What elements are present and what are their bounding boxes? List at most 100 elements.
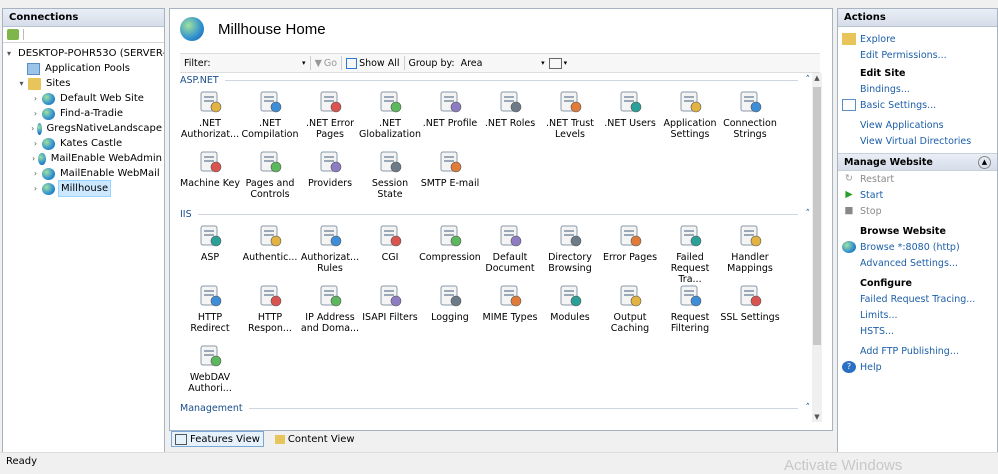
feature-label: Authorizat... Rules	[300, 252, 360, 274]
feature-item[interactable]: .NET Authorizat...	[180, 87, 240, 147]
collapse-icon[interactable]: ˄	[806, 75, 811, 85]
feature-item[interactable]: Pages and Controls	[240, 147, 300, 207]
feature-item[interactable]: Connection Strings	[720, 87, 780, 147]
toolbar-divider	[23, 29, 24, 40]
collapse-icon[interactable]: ˄	[806, 403, 811, 413]
limits-action[interactable]: Limits...	[838, 307, 997, 323]
collapse-icon[interactable]: ▲	[978, 155, 991, 169]
feature-item[interactable]: IP Address and Doma...	[300, 281, 360, 341]
section-header[interactable]: IIS ˄	[180, 207, 810, 221]
feature-icon	[557, 89, 583, 115]
expand-icon[interactable]: ›	[31, 151, 36, 166]
edit-permissions-action[interactable]: Edit Permissions...	[838, 47, 997, 63]
expand-icon[interactable]: ›	[31, 181, 40, 196]
view-virtual-directories-action[interactable]: View Virtual Directories	[838, 133, 997, 149]
feature-item[interactable]: HTTP Redirect	[180, 281, 240, 341]
group-by-select[interactable]: Area ▾	[461, 57, 545, 70]
feature-item[interactable]: Failed Request Tra...	[660, 221, 720, 285]
vertical-scrollbar[interactable]: ▲ ▼	[812, 73, 822, 422]
refresh-icon[interactable]	[7, 29, 19, 40]
basic-settings-action[interactable]: Basic Settings...	[838, 97, 997, 113]
feature-label: SMTP E-mail	[420, 178, 480, 189]
feature-item[interactable]: Application Settings	[660, 87, 720, 147]
feature-item[interactable]: MIME Types	[480, 281, 540, 341]
play-icon: ▶	[845, 189, 853, 200]
divider	[341, 56, 343, 70]
go-button[interactable]: ▼ Go	[315, 58, 338, 69]
tree-site-item-selected[interactable]: › Millhouse	[3, 180, 164, 197]
help-action[interactable]: ? Help	[838, 359, 997, 375]
blank-icon	[842, 135, 856, 147]
feature-item[interactable]: Authorizat... Rules	[300, 221, 360, 281]
feature-item[interactable]: .NET Trust Levels	[540, 87, 600, 147]
collapse-icon[interactable]: ▾	[17, 76, 26, 91]
scroll-down-icon[interactable]: ▼	[812, 412, 822, 422]
tree-site-item[interactable]: › GregsNativeLandscape	[3, 121, 164, 136]
collapse-icon[interactable]: ˄	[806, 209, 811, 219]
tree-site-item[interactable]: › Find-a-Tradie	[3, 106, 164, 121]
manage-website-title: Manage Website	[844, 156, 933, 168]
feature-item[interactable]: Session State	[360, 147, 420, 207]
feature-item[interactable]: Request Filtering	[660, 281, 720, 341]
hsts-action[interactable]: HSTS...	[838, 323, 997, 339]
feature-item[interactable]: Machine Key	[180, 147, 240, 207]
feature-item[interactable]: CGI	[360, 221, 420, 281]
tree-site-item[interactable]: › Default Web Site	[3, 91, 164, 106]
explore-action[interactable]: Explore	[838, 31, 997, 47]
feature-item[interactable]: .NET Globalization	[359, 87, 421, 147]
feature-item[interactable]: WebDAV Authori...	[180, 341, 240, 401]
show-all-button[interactable]: Show All	[346, 57, 400, 69]
feature-item[interactable]: Error Pages	[600, 221, 660, 281]
expand-icon[interactable]: ›	[31, 106, 40, 121]
expand-icon[interactable]: ›	[31, 166, 40, 181]
filter-input[interactable]: ▾	[214, 57, 306, 70]
expand-icon[interactable]: ›	[31, 136, 40, 151]
feature-item[interactable]: Authentic...	[240, 221, 300, 281]
feature-item[interactable]: Modules	[540, 281, 600, 341]
add-ftp-publishing-action[interactable]: Add FTP Publishing...	[838, 343, 997, 359]
tab-features-view[interactable]: Features View	[171, 431, 264, 447]
feature-item[interactable]: .NET Users	[600, 87, 660, 147]
start-action[interactable]: ▶ Start	[838, 187, 997, 203]
advanced-settings-action[interactable]: Advanced Settings...	[838, 255, 997, 271]
blank-icon	[842, 325, 856, 337]
scroll-up-icon[interactable]: ▲	[812, 73, 822, 83]
scroll-thumb[interactable]	[813, 87, 821, 345]
tree-site-item[interactable]: › MailEnable WebAdmin	[3, 151, 164, 166]
feature-item[interactable]: HTTP Respon...	[240, 281, 300, 341]
bindings-action[interactable]: Bindings...	[838, 81, 997, 97]
blank-icon	[842, 257, 856, 269]
tree-site-item[interactable]: › Kates Castle	[3, 136, 164, 151]
failed-request-tracing-action[interactable]: Failed Request Tracing...	[838, 291, 997, 307]
feature-item[interactable]: .NET Profile	[420, 87, 480, 147]
feature-item[interactable]: Compression	[419, 221, 481, 281]
feature-item[interactable]: SMTP E-mail	[420, 147, 480, 207]
expand-icon[interactable]: ›	[31, 121, 35, 136]
browse-action[interactable]: Browse *:8080 (http)	[838, 239, 997, 255]
feature-item[interactable]: .NET Roles	[480, 87, 540, 147]
tree-site-item[interactable]: › MailEnable WebMail	[3, 166, 164, 181]
feature-item[interactable]: Default Document	[480, 221, 540, 281]
feature-item[interactable]: ASP	[180, 221, 240, 281]
section-header[interactable]: Management ˄	[180, 401, 810, 415]
tree-sites-node[interactable]: ▾ Sites	[3, 76, 164, 91]
view-mode-button[interactable]: ▾	[548, 57, 567, 69]
manage-website-group[interactable]: Manage Website ▲	[838, 153, 997, 171]
content-view-icon	[274, 434, 285, 444]
feature-item[interactable]: .NET Error Pages	[300, 87, 360, 147]
view-applications-action[interactable]: View Applications	[838, 117, 997, 133]
feature-item[interactable]: Handler Mappings	[720, 221, 780, 281]
collapse-icon[interactable]: ▾	[7, 46, 11, 61]
section-header[interactable]: ASP.NET ˄	[180, 73, 810, 87]
feature-item[interactable]: ISAPI Filters	[360, 281, 420, 341]
feature-item[interactable]: Output Caching	[600, 281, 660, 341]
tab-content-view[interactable]: Content View	[272, 432, 358, 446]
feature-item[interactable]: Providers	[300, 147, 360, 207]
feature-item[interactable]: Logging	[420, 281, 480, 341]
feature-item[interactable]: .NET Compilation	[240, 87, 300, 147]
tree-app-pools[interactable]: Application Pools	[3, 61, 164, 76]
feature-item[interactable]: Directory Browsing	[540, 221, 600, 281]
expand-icon[interactable]: ›	[31, 91, 40, 106]
tree-server-node[interactable]: ▾ DESKTOP-POHR53O (SERVER-	[3, 46, 164, 61]
feature-item[interactable]: SSL Settings	[720, 281, 780, 341]
